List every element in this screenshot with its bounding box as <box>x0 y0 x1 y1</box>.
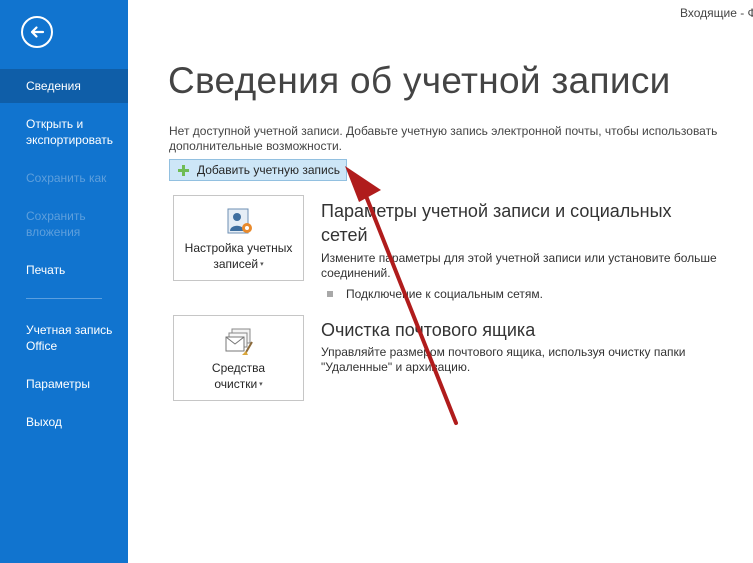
back-button[interactable] <box>21 16 53 48</box>
nav-item-label: Выход <box>26 415 62 429</box>
social-networks-link[interactable]: Подключение к социальным сетям. <box>327 287 543 301</box>
annotation-arrow-head <box>345 166 381 202</box>
page-title: Сведения об учетной записи <box>168 60 671 101</box>
nav-item-open-export[interactable]: Открыть и экспортировать <box>0 116 128 148</box>
nav-item-print[interactable]: Печать <box>0 262 128 278</box>
window-title: Входящие - Ф <box>680 6 753 20</box>
cleanup-tools-tile[interactable]: Средства очистки ▾ <box>173 315 304 401</box>
sidebar-divider <box>26 298 102 299</box>
account-settings-icon <box>227 208 252 234</box>
nav-item-label: Сведения <box>26 79 81 93</box>
nav-item-options[interactable]: Параметры <box>0 376 128 392</box>
tile-label: Настройка учетных записей ▾ <box>174 240 303 273</box>
nav-item-info[interactable]: Сведения <box>0 69 128 103</box>
add-account-button-label: Добавить учетную запись <box>197 163 340 177</box>
nav-item-label: Учетная запись Office <box>26 323 113 353</box>
sidebar: Сведения Открыть и экспортировать Сохран… <box>0 0 128 563</box>
chevron-down-icon: ▾ <box>259 380 263 388</box>
nav-item-label: Печать <box>26 263 66 277</box>
nav-item-label: Открыть и экспортировать <box>26 117 114 147</box>
chevron-down-icon: ▾ <box>260 260 264 268</box>
tile-label-line2: записей <box>213 257 259 271</box>
no-account-info: Нет доступной учетной записи. Добавьте у… <box>169 124 718 153</box>
social-networks-label: Подключение к социальным сетям. <box>346 287 544 301</box>
tile-label-line2: очистки <box>214 377 258 391</box>
tile-label: Средства очистки ▾ <box>174 360 303 393</box>
mailbox-cleanup-description: Управляйте размером почтового ящика, исп… <box>321 345 686 374</box>
plus-icon <box>178 164 189 176</box>
nav-item-label: Параметры <box>26 377 90 391</box>
account-settings-description: Измените параметры для этой учетной запи… <box>321 251 717 280</box>
tile-label-line1: Настройка учетных <box>184 241 293 255</box>
nav-item-save-attachments: Сохранить вложения <box>0 208 128 240</box>
nav-item-exit[interactable]: Выход <box>0 414 128 430</box>
account-settings-tile[interactable]: Настройка учетных записей ▾ <box>173 195 304 281</box>
back-arrow-icon <box>30 26 45 38</box>
nav-item-office-account[interactable]: Учетная запись Office <box>0 322 128 354</box>
bullet-icon <box>327 291 333 297</box>
add-account-button[interactable]: Добавить учетную запись <box>169 159 347 181</box>
nav-item-label: Сохранить как <box>26 171 107 185</box>
nav-item-save-as: Сохранить как <box>0 170 128 186</box>
mailbox-cleanup-title: Очистка почтового ящика <box>321 320 536 340</box>
tile-label-line1: Средства <box>211 361 266 375</box>
mailbox-cleanup-icon <box>225 328 253 355</box>
account-settings-title: Параметры учетной записи и социальных се… <box>321 201 672 245</box>
nav-item-label: Сохранить вложения <box>26 209 86 239</box>
